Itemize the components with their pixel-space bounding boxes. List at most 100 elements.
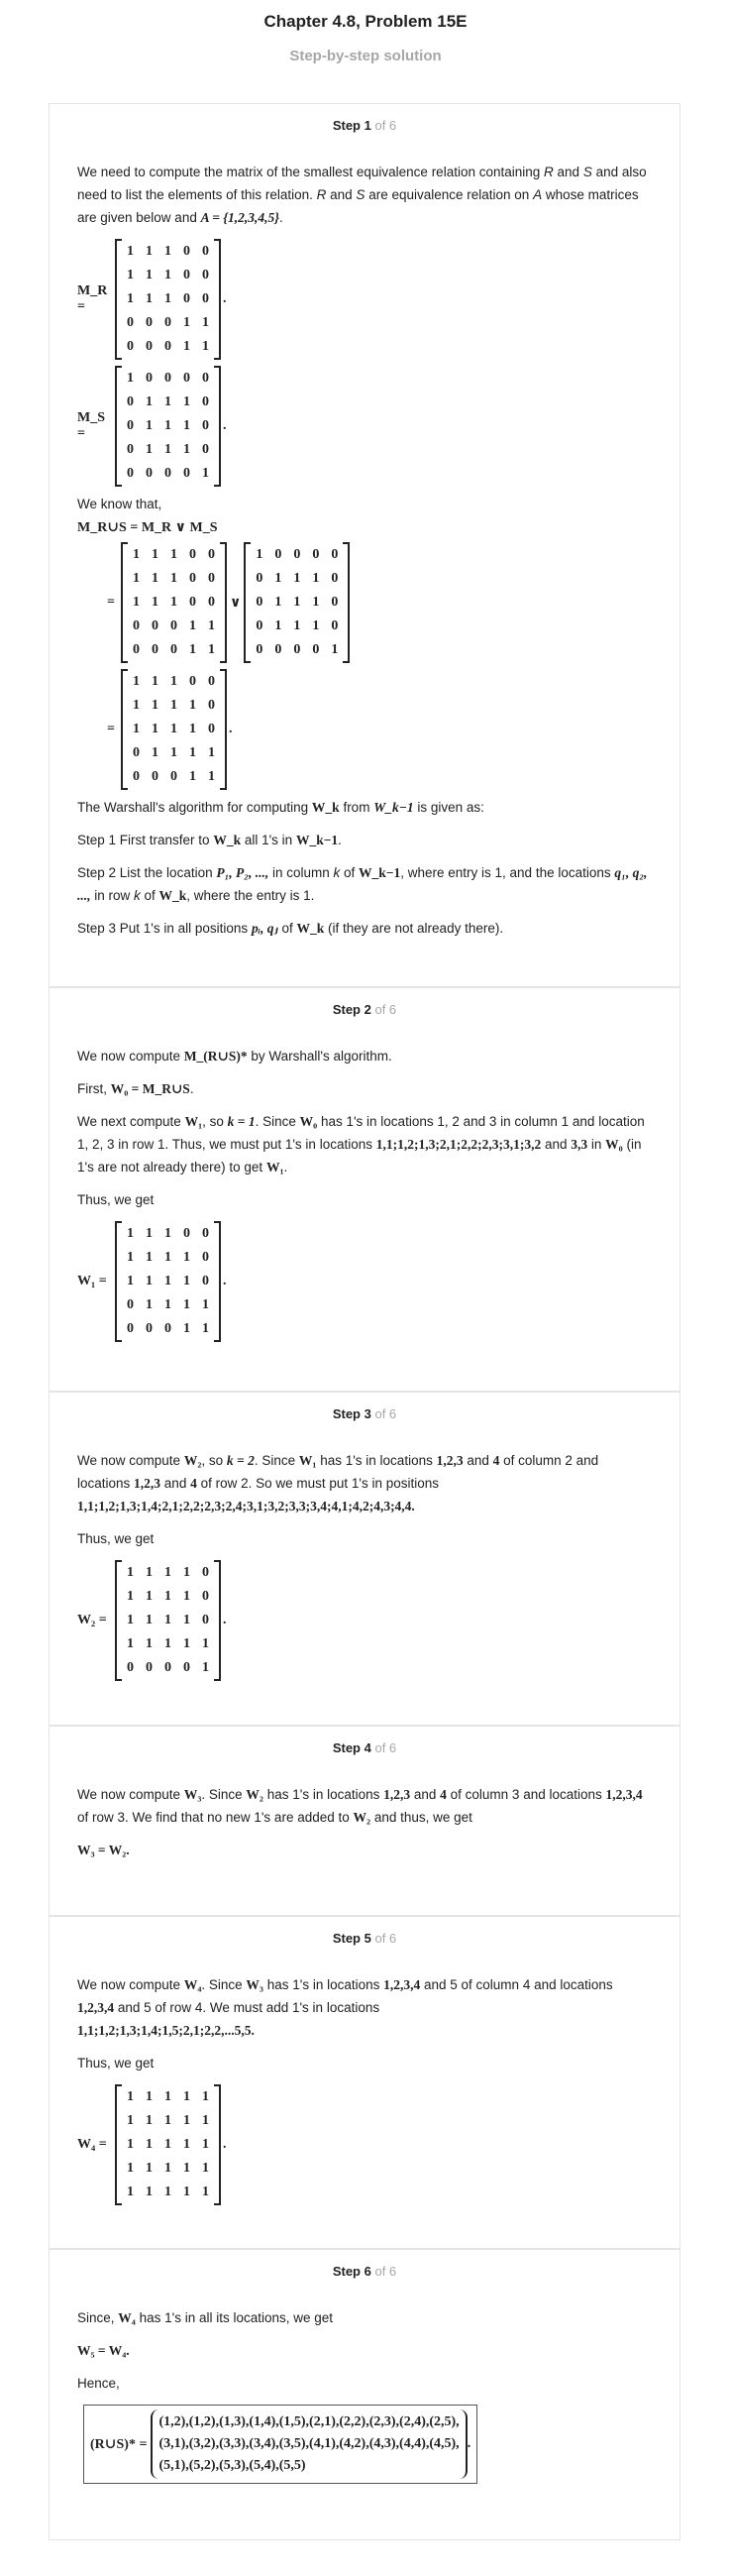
matrix-row: 00011 — [127, 615, 221, 638]
matrix-row: 11110 — [121, 1561, 215, 1585]
matrix-cell: 0 — [127, 1660, 134, 1675]
matrix-cell: 1 — [164, 1613, 171, 1627]
matrix-cell: 0 — [331, 547, 339, 562]
matrix-cell: 1 — [293, 618, 301, 633]
matrix-cell: 1 — [183, 1321, 190, 1336]
matrix-row: 11100 — [127, 670, 221, 694]
matrix-cell: 0 — [331, 571, 339, 586]
matrix-cell: 0 — [202, 371, 209, 386]
matrix-cell: 1 — [164, 2161, 171, 2176]
matrix: 1000001110011100111000001 — [115, 366, 221, 487]
matrix-cell: 0 — [202, 1613, 209, 1627]
matrix-cell: 0 — [293, 642, 301, 657]
matrix-cell: 0 — [152, 642, 158, 657]
matrix-cell: 1 — [152, 722, 158, 736]
matrix-row: 10000 — [121, 367, 215, 391]
matrix-cell: 1 — [133, 595, 140, 610]
matrix-cell: 1 — [164, 394, 171, 409]
matrix-cell: 1 — [164, 418, 171, 433]
matrix-cell: 0 — [133, 642, 140, 657]
matrix-cell: 1 — [312, 571, 320, 586]
matrix-cell: 0 — [202, 1589, 209, 1604]
matrix-cell: 0 — [164, 1321, 171, 1336]
matrix-cell: 1 — [170, 745, 177, 760]
matrix-cell: 1 — [152, 595, 158, 610]
step-5-card: Step 5 of 6 We now compute W₄. Since W₃ … — [49, 1916, 680, 2249]
matrix-cell: 0 — [170, 618, 177, 633]
matrix-cell: 0 — [183, 371, 190, 386]
matrix-cell: 1 — [146, 1226, 153, 1241]
matrix-cell: 0 — [170, 769, 177, 784]
matrix-cell: 0 — [189, 571, 196, 586]
matrix-cell: 0 — [331, 595, 339, 610]
matrix-cell: 0 — [274, 547, 282, 562]
matrix-row: 01110 — [250, 591, 344, 615]
matrix-cell: 1 — [208, 642, 215, 657]
matrix-row: 11110 — [121, 1585, 215, 1609]
matrix-cell: 0 — [202, 244, 209, 259]
matrix-cell: 1 — [183, 442, 190, 457]
step-6-card: Step 6 of 6 Since, W₄ has 1's in all its… — [49, 2249, 680, 2540]
warshall-step-1: Step 1 First transfer to W_k all 1's in … — [77, 833, 342, 847]
matrix-cell: 1 — [164, 1565, 171, 1580]
step-2-intro: We now compute M_(R∪S)* by Warshall's al… — [77, 1049, 392, 1064]
step-5-thus: Thus, we get — [77, 2056, 155, 2071]
matrix-cell: 1 — [164, 1589, 171, 1604]
matrix-cell: 0 — [127, 339, 134, 354]
matrix-row: 11111 — [121, 2133, 215, 2157]
step-2-thus: Thus, we get — [77, 1192, 155, 1207]
matrix-row: 00011 — [121, 335, 215, 359]
matrix-cell: 1 — [146, 1565, 153, 1580]
step-4-card: Step 4 of 6 We now compute W₃. Since W₂ … — [49, 1726, 680, 1916]
matrix-cell: 0 — [202, 394, 209, 409]
final-relation-lhs: (R∪S)* = — [90, 2436, 148, 2452]
matrix-cell: 1 — [183, 418, 190, 433]
matrix-cell: 0 — [170, 642, 177, 657]
matrix-cell: 1 — [127, 1226, 134, 1241]
matrix-cell: 1 — [331, 642, 339, 657]
matrix-cell: 1 — [208, 618, 215, 633]
matrix-cell: 1 — [146, 1250, 153, 1265]
matrix-row: 11100 — [127, 591, 221, 615]
matrix-row: 11100 — [121, 287, 215, 311]
matrix-cell: 0 — [202, 291, 209, 306]
matrix-cell: 0 — [202, 1226, 209, 1241]
step-2-header: Step 2 of 6 — [332, 1002, 397, 1017]
matrix-cell: 1 — [202, 339, 209, 354]
matrix-cell: 0 — [146, 371, 153, 386]
matrix-cell: 1 — [170, 698, 177, 713]
matrix-cell: 1 — [146, 1613, 153, 1627]
matrix-cell: 1 — [164, 1636, 171, 1651]
matrix-row: 01110 — [121, 438, 215, 462]
matrix-row: 00001 — [250, 638, 344, 662]
matrix-cell: 0 — [183, 291, 190, 306]
matrix-row: 11100 — [121, 264, 215, 287]
matrix-cell: 0 — [208, 722, 215, 736]
warshall-step-3: Step 3 Put 1's in all positions pᵢ, qⱼ o… — [77, 921, 504, 936]
matrix-cell: 0 — [164, 371, 171, 386]
matrix-cell: 0 — [331, 618, 339, 633]
matrix-cell: 1 — [202, 315, 209, 330]
matrix-cell: 1 — [127, 2089, 134, 2104]
page-subtitle: Step-by-step solution — [289, 48, 442, 64]
matrix-cell: 1 — [164, 268, 171, 282]
matrix-cell: 0 — [164, 315, 171, 330]
matrix-cell: 0 — [208, 595, 215, 610]
matrix: 1111111111111111111111111 — [115, 2084, 221, 2205]
matrix-cell: 1 — [152, 698, 158, 713]
matrix-cell: 1 — [202, 2089, 209, 2104]
matrix-cell: 1 — [127, 371, 134, 386]
matrix-cell: 1 — [127, 268, 134, 282]
matrix-cell: 1 — [274, 595, 282, 610]
matrix-cell: 0 — [127, 442, 134, 457]
step-3-body: We now compute W₂, so k = 2. Since W₁ ha… — [77, 1453, 599, 1513]
matrix-cell: 0 — [164, 1660, 171, 1675]
matrix: 1111011110111101111100001 — [115, 1560, 221, 1681]
matrix-cell: 1 — [127, 291, 134, 306]
matrix-cell: 0 — [256, 595, 263, 610]
matrix-cell: 1 — [127, 244, 134, 259]
matrix-cell: 1 — [189, 722, 196, 736]
matrix-cell: 1 — [146, 2137, 153, 2152]
matrix-w1: W₁ = 1 1 1 0 0 1 1 1 1 0 1 1 1 1 0 0 1 1 1 1 0 0 0 1 1. — [77, 1221, 652, 1342]
matrix-cell: 1 — [170, 595, 177, 610]
